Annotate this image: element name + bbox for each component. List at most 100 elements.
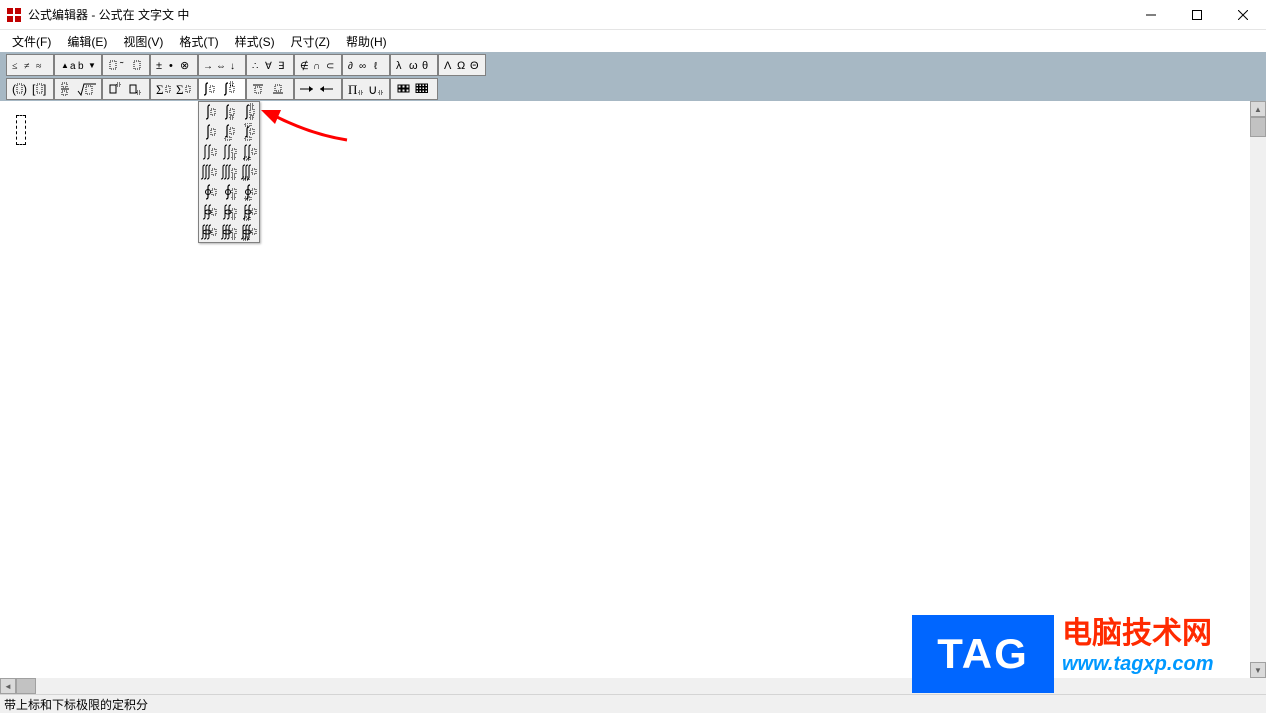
- arrows-button[interactable]: →⇔↓: [199, 55, 245, 75]
- double-integral-limits[interactable]: [239, 142, 259, 162]
- menu-style[interactable]: 样式(S): [227, 31, 283, 52]
- toolbar-area: ≤≠≈ ▲ab▼ ˜ ±•⊗ →⇔↓ ∴∀∃ ∉∩⊂ ∂∞ℓ λωθ ΛΩΘ: [0, 52, 1266, 102]
- logical-button[interactable]: ∴ ∀ ∃: [247, 55, 293, 75]
- surface-integral[interactable]: [199, 202, 219, 222]
- window-title: 公式编辑器 - 公式在 文字文 中: [28, 6, 1128, 23]
- triple-integral[interactable]: [199, 162, 219, 182]
- svg-text:Π: Π: [348, 82, 357, 97]
- sub-sup-button[interactable]: [103, 79, 149, 99]
- double-integral-sub[interactable]: [219, 142, 239, 162]
- scroll-up-button[interactable]: ▲: [1250, 101, 1266, 117]
- svg-text:): ): [23, 82, 27, 96]
- svg-text:∩: ∩: [313, 61, 320, 72]
- integral-palette-dropdown: [198, 101, 260, 243]
- svg-text:•: •: [169, 60, 173, 72]
- menu-help[interactable]: 帮助(H): [338, 31, 395, 52]
- vscroll-thumb[interactable]: [1250, 117, 1266, 137]
- svg-text:∉: ∉: [300, 60, 309, 72]
- volume-integral[interactable]: [199, 222, 219, 242]
- greek-upper-button[interactable]: ΛΩΘ: [439, 55, 485, 75]
- relational-symbols-button[interactable]: ≤≠≈: [7, 55, 53, 75]
- status-text: 带上标和下标极限的定积分: [4, 698, 148, 712]
- svg-text:(: (: [12, 82, 16, 96]
- set-theory-button[interactable]: ∉ ∩ ⊂: [295, 55, 341, 75]
- minimize-button[interactable]: [1128, 0, 1174, 30]
- contour-integral-limits[interactable]: [239, 182, 259, 202]
- svg-text:∞: ∞: [359, 61, 366, 72]
- volume-integral-limits[interactable]: [239, 222, 259, 242]
- scroll-down-button[interactable]: ▼: [1250, 662, 1266, 678]
- integral-limits-under[interactable]: [219, 122, 239, 142]
- products-button[interactable]: Π∪: [343, 79, 389, 99]
- vertical-scrollbar[interactable]: ▲ ▼: [1250, 101, 1266, 678]
- greek-lower-button[interactable]: λωθ: [391, 55, 437, 75]
- svg-text:a: a: [70, 61, 76, 72]
- fence-templates-button[interactable]: () []: [7, 79, 53, 99]
- matrix-button[interactable]: [391, 79, 437, 99]
- menu-format[interactable]: 格式(T): [171, 31, 226, 52]
- integral-indefinite-alt[interactable]: [199, 122, 219, 142]
- surface-integral-limits[interactable]: [239, 202, 259, 222]
- maximize-button[interactable]: [1174, 0, 1220, 30]
- svg-text:Θ: Θ: [470, 60, 479, 72]
- titlebar: 公式编辑器 - 公式在 文字文 中: [0, 0, 1266, 30]
- fraction-radical-button[interactable]: [55, 79, 101, 99]
- operators-button[interactable]: ±•⊗: [151, 55, 197, 75]
- window-controls: [1128, 0, 1266, 30]
- symbol-palette-row: ≤≠≈ ▲ab▼ ˜ ±•⊗ →⇔↓ ∴∀∃ ∉∩⊂ ∂∞ℓ λωθ ΛΩΘ: [6, 53, 486, 77]
- integral-button[interactable]: [199, 79, 245, 99]
- svg-text:±: ±: [156, 60, 162, 72]
- svg-text:∂: ∂: [348, 61, 353, 72]
- svg-text:λ: λ: [396, 60, 402, 72]
- labeled-arrows-button[interactable]: [295, 79, 341, 99]
- svg-text:∀: ∀: [265, 61, 272, 72]
- svg-text:↓: ↓: [230, 61, 235, 72]
- svg-text:∴: ∴: [252, 61, 258, 72]
- triple-integral-limits[interactable]: [239, 162, 259, 182]
- embellishments-button[interactable]: ˜: [103, 55, 149, 75]
- svg-text:Λ: Λ: [444, 60, 452, 72]
- template-palette-row: ()[] ΣΣ Π∪: [6, 77, 486, 101]
- menu-size[interactable]: 尺寸(Z): [283, 31, 338, 52]
- equation-canvas[interactable]: [0, 101, 1250, 678]
- integral-limits-both[interactable]: [239, 122, 259, 142]
- svg-text:]: ]: [43, 82, 46, 96]
- menu-file[interactable]: 文件(F): [4, 31, 59, 52]
- contour-integral-sub[interactable]: [219, 182, 239, 202]
- menu-edit[interactable]: 编辑(E): [59, 31, 115, 52]
- svg-text:∃: ∃: [278, 61, 284, 72]
- svg-text:Σ: Σ: [176, 82, 184, 97]
- app-icon: [6, 7, 22, 23]
- menu-view[interactable]: 视图(V): [115, 31, 171, 52]
- svg-text:ω: ω: [409, 60, 418, 72]
- svg-text:b: b: [78, 61, 84, 72]
- overbar-underbar-button[interactable]: [247, 79, 293, 99]
- misc-symbols-button[interactable]: ∂ ∞ ℓ: [343, 55, 389, 75]
- summation-button[interactable]: ΣΣ: [151, 79, 197, 99]
- equation-placeholder[interactable]: [16, 115, 26, 145]
- double-integral[interactable]: [199, 142, 219, 162]
- close-button[interactable]: [1220, 0, 1266, 30]
- triple-integral-sub[interactable]: [219, 162, 239, 182]
- volume-integral-sub[interactable]: [219, 222, 239, 242]
- annotation-arrow-icon: [259, 104, 359, 144]
- svg-text:∪: ∪: [368, 82, 378, 97]
- contour-integral[interactable]: [199, 182, 219, 202]
- svg-text:θ: θ: [422, 60, 428, 72]
- horizontal-scrollbar[interactable]: ◄ ►: [0, 678, 1250, 694]
- svg-text:≠: ≠: [24, 61, 30, 72]
- svg-text:ℓ: ℓ: [374, 61, 378, 72]
- scroll-left-button[interactable]: ◄: [0, 678, 16, 694]
- statusbar: 带上标和下标极限的定积分: [0, 694, 1266, 713]
- workspace: ▲ ▼ ◄ ►: [0, 101, 1266, 694]
- integral-indefinite[interactable]: [199, 102, 219, 122]
- integral-definite[interactable]: [239, 102, 259, 122]
- spacing-ellipsis-button[interactable]: ▲ab▼: [55, 55, 101, 75]
- svg-text:[: [: [32, 82, 36, 96]
- svg-text:⊂: ⊂: [326, 61, 334, 72]
- svg-text:≤: ≤: [12, 61, 18, 72]
- surface-integral-sub[interactable]: [219, 202, 239, 222]
- integral-sub[interactable]: [219, 102, 239, 122]
- hscroll-thumb[interactable]: [16, 678, 36, 694]
- menubar: 文件(F) 编辑(E) 视图(V) 格式(T) 样式(S) 尺寸(Z) 帮助(H…: [0, 30, 1266, 52]
